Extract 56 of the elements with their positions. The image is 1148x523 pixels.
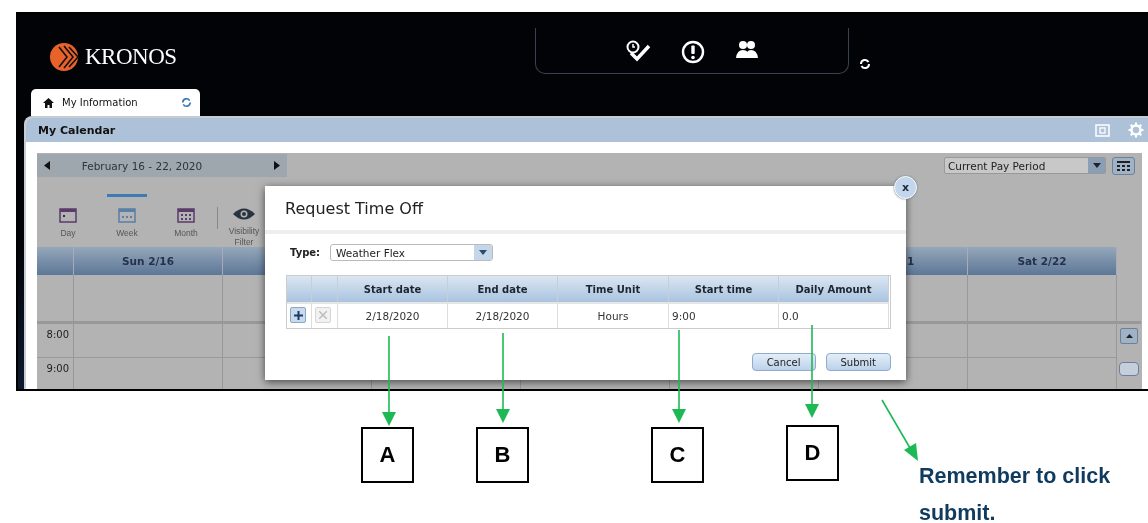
column-header: Start time [669, 276, 779, 302]
date-range: February 16 - 22, 2020 [81, 159, 203, 172]
callout-label: B [476, 427, 529, 483]
time-label: 9:00 [37, 358, 74, 389]
alert-icon[interactable] [681, 40, 705, 64]
column-header: Sun 2/16 [74, 247, 223, 275]
next-icon[interactable] [274, 161, 280, 170]
calendar-cell [37, 275, 74, 324]
caret-icon [1125, 334, 1133, 338]
header-cell [312, 276, 338, 302]
day-calendar-icon [59, 207, 77, 223]
type-select[interactable]: Weather Flex [330, 244, 494, 261]
table-cell: 2/18/2020 [338, 302, 448, 328]
table-cell: 9:00 [669, 302, 779, 328]
table-cell: Hours [558, 302, 669, 328]
callout-label: A [361, 427, 414, 483]
tab[interactable]: My Information [31, 89, 200, 116]
callout-label: D [786, 425, 839, 481]
plus-icon [293, 310, 303, 320]
home-icon [43, 97, 54, 108]
column-header: End date [448, 276, 558, 302]
previous-icon[interactable] [44, 161, 50, 170]
logo-text: KRONOS [85, 44, 177, 70]
close-icon [319, 311, 327, 319]
caret-icon [1092, 163, 1101, 168]
scroll-up-button[interactable] [1120, 328, 1138, 344]
period-select[interactable]: Current Pay Period [944, 157, 1106, 174]
add-row-button[interactable] [290, 307, 306, 323]
grid-view-button[interactable] [1112, 156, 1135, 175]
dialog-title: Request Time Off [284, 198, 425, 220]
month-calendar-icon [177, 207, 195, 223]
submit-button[interactable]: Submit [825, 353, 891, 371]
cancel-button[interactable]: Cancel [751, 353, 816, 371]
eye-icon [232, 207, 256, 221]
annotation-note: Remember to click submit. [919, 463, 1112, 523]
table-cell: 2/18/2020 [448, 302, 558, 328]
arrow [880, 398, 920, 462]
callout-label: C [651, 427, 704, 483]
approval-check-icon[interactable] [625, 40, 651, 62]
scrollbar-thumb[interactable] [1119, 362, 1139, 376]
people-icon[interactable] [735, 40, 759, 60]
panel-title: My Calendar [38, 123, 117, 137]
column-header: Daily Amount [779, 276, 889, 302]
column-header: Time Unit [558, 276, 669, 302]
type-label: Type: [290, 247, 321, 258]
grid-icon [1117, 160, 1130, 171]
column-header: Sat 2/22 [968, 247, 1117, 275]
header-cell [287, 276, 312, 302]
view-button[interactable]: Month [166, 194, 206, 239]
view-button[interactable]: Week [107, 194, 147, 239]
time-label: 8:00 [37, 324, 74, 358]
column-header: Start date [338, 276, 448, 302]
week-calendar-icon [118, 207, 136, 223]
caret-icon [479, 250, 488, 255]
view-button[interactable]: Day [48, 194, 88, 239]
table-cell: 0.0 [779, 302, 889, 328]
